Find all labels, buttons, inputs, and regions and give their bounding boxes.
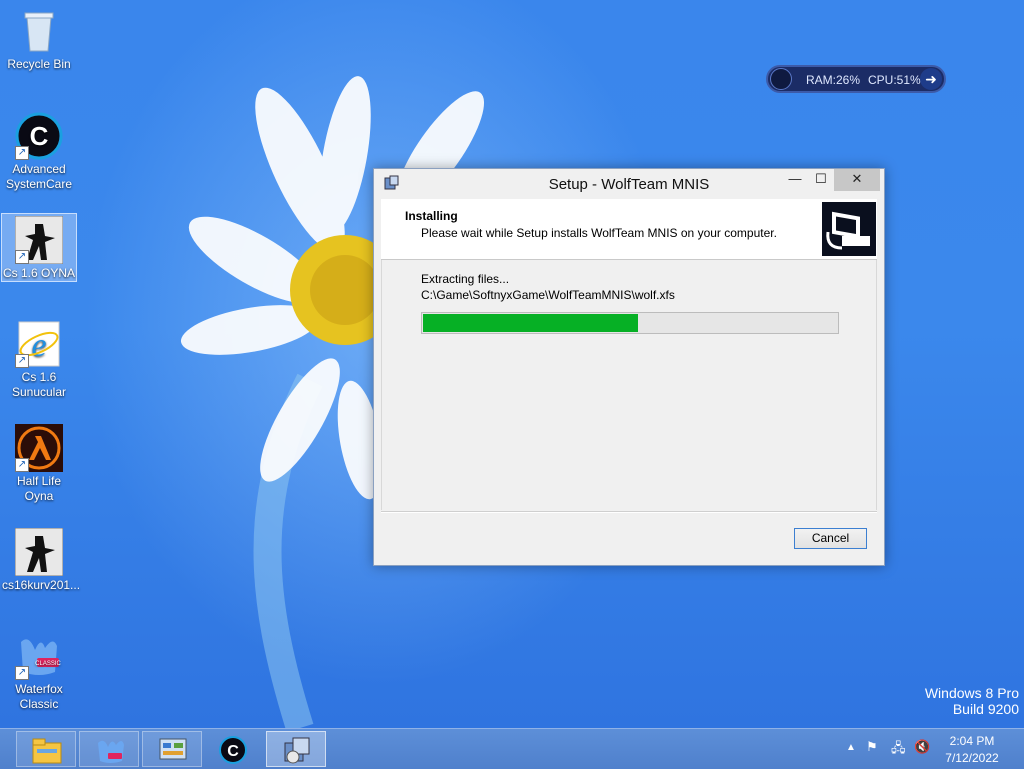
waterfox-icon: [98, 740, 124, 763]
desktop-icon-label: Cs 1.6 Sunucular: [11, 370, 67, 399]
desktop-icon-half-life-oyna[interactable]: ↗ Half Life Oyna: [2, 422, 76, 504]
svg-text:C: C: [30, 121, 49, 151]
svg-text:e: e: [31, 327, 46, 364]
desktop-icon-cs16-oyna[interactable]: ↗ Cs 1.6 OYNA: [1, 213, 77, 282]
desktop-icon-label: Advanced SystemCare: [5, 162, 73, 191]
desktop-icon-label: cs16kurv201...: [2, 578, 81, 592]
maximize-button[interactable]: ☐: [808, 169, 834, 191]
rocket-icon: [770, 68, 792, 90]
watermark-edition: Windows 8 Pro: [924, 685, 1019, 701]
shortcut-arrow-icon: ↗: [15, 354, 29, 368]
cpu-usage: CPU:51%: [868, 73, 921, 87]
volume-muted-icon[interactable]: 🔇: [914, 739, 930, 755]
action-center-flag-icon[interactable]: ⚑: [866, 739, 878, 755]
advanced-systemcare-icon: C: [219, 736, 247, 764]
taskbar-control-panel[interactable]: [142, 731, 202, 767]
close-button[interactable]: ✕: [834, 169, 880, 191]
show-hidden-icons-chevron-icon[interactable]: ▲: [846, 742, 856, 753]
taskbar: C ▲ ⚑ 🖧 🔇 2:04 PM 7/12/2022: [0, 728, 1024, 769]
svg-text:C: C: [227, 743, 239, 760]
minimize-button[interactable]: —: [782, 169, 808, 191]
taskbar-file-explorer[interactable]: [16, 731, 76, 767]
control-panel-icon: [159, 738, 187, 760]
counter-strike-icon: ↗: [14, 215, 64, 265]
shortcut-arrow-icon: ↗: [15, 250, 29, 264]
shortcut-arrow-icon: ↗: [15, 146, 29, 160]
shortcut-arrow-icon: ↗: [15, 666, 29, 680]
setup-app-icon: [284, 737, 310, 764]
folder-icon: [32, 738, 62, 764]
current-file-path: C:\Game\SoftnyxGame\WolfTeamMNIS\wolf.xf…: [421, 288, 675, 302]
arrow-right-icon[interactable]: ➜: [920, 68, 942, 90]
network-icon[interactable]: 🖧: [891, 739, 906, 761]
counter-strike-icon: [14, 527, 64, 577]
desktop-icon-label: Half Life Oyna: [16, 474, 62, 503]
wizard-page-subtitle: Please wait while Setup installs WolfTea…: [421, 226, 777, 240]
progress-fill: [423, 314, 638, 332]
desktop-icon-label: Recycle Bin: [7, 57, 71, 71]
clock-date[interactable]: 7/12/2022: [932, 751, 1012, 765]
svg-text:CLASSIC: CLASSIC: [35, 661, 61, 667]
footer-divider-highlight: [381, 512, 877, 513]
windows-watermark: Windows 8 Pro Build 9200: [925, 685, 1019, 717]
status-text: Extracting files...: [421, 272, 510, 286]
system-monitor-widget[interactable]: RAM:26% CPU:51% ➜: [766, 65, 946, 93]
desktop-icon-waterfox-classic[interactable]: CLASSIC ↗ Waterfox Classic: [2, 630, 76, 712]
title-bar[interactable]: Setup - WolfTeam MNIS — ☐ ✕: [374, 169, 884, 199]
setup-dialog: Setup - WolfTeam MNIS — ☐ ✕ Installing P…: [373, 168, 885, 566]
recycle-bin-icon: [15, 7, 63, 55]
desktop-icon-cs16kurv[interactable]: cs16kurv201...: [2, 526, 81, 593]
desktop: Recycle Bin C ↗ Advanced SystemCare ↗ Cs…: [0, 0, 1024, 728]
waterfox-icon: CLASSIC ↗: [15, 632, 63, 680]
taskbar-waterfox[interactable]: [79, 731, 139, 767]
clock-time[interactable]: 2:04 PM: [932, 734, 1012, 748]
wizard-page-title: Installing: [405, 209, 458, 223]
internet-explorer-icon: e ↗: [15, 320, 63, 368]
wizard-header: Installing Please wait while Setup insta…: [381, 199, 877, 260]
installer-computer-icon: [822, 202, 876, 256]
wizard-body: Extracting files... C:\Game\SoftnyxGame\…: [381, 260, 877, 510]
install-progress-bar: [421, 312, 839, 334]
ram-usage: RAM:26%: [806, 73, 861, 87]
watermark-build: Build 9200: [952, 701, 1019, 717]
desktop-icon-recycle-bin[interactable]: Recycle Bin: [2, 5, 76, 72]
taskbar-setup[interactable]: [266, 731, 326, 767]
shortcut-arrow-icon: ↗: [15, 458, 29, 472]
desktop-icon-label: Waterfox Classic: [15, 682, 63, 711]
half-life-icon: ↗: [15, 424, 63, 472]
taskbar-advanced-systemcare[interactable]: C: [203, 731, 263, 767]
advanced-systemcare-icon: C ↗: [15, 112, 63, 160]
desktop-icon-cs16-sunucular[interactable]: e ↗ Cs 1.6 Sunucular: [2, 318, 76, 400]
desktop-icon-label: Cs 1.6 OYNA: [2, 266, 76, 280]
desktop-icon-advanced-systemcare[interactable]: C ↗ Advanced SystemCare: [2, 110, 76, 192]
cancel-button[interactable]: Cancel: [794, 528, 867, 549]
